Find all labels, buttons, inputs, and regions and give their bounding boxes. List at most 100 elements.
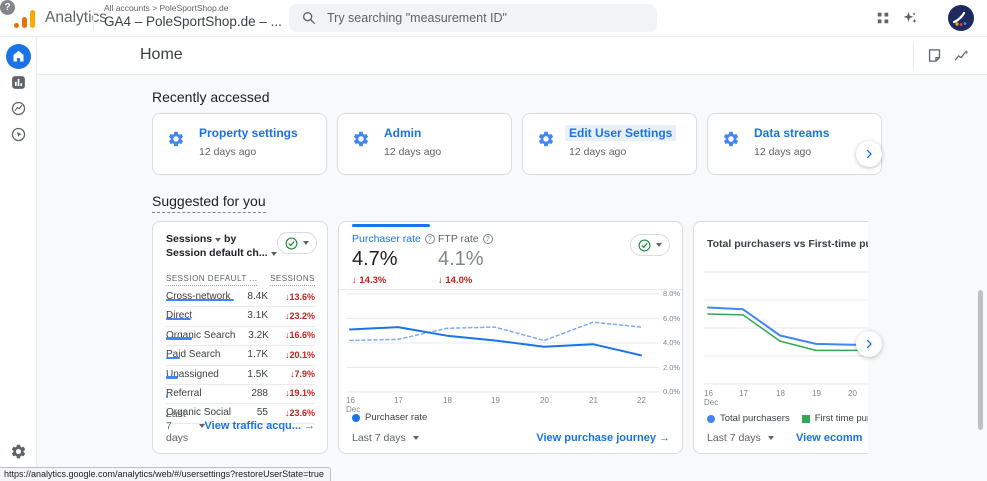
column-header-channel[interactable]: SESSION DEFAULT ... xyxy=(166,274,258,286)
channel-bar xyxy=(166,298,234,301)
recent-card-time: 12 days ago xyxy=(569,146,627,158)
purchaser-rate-card: Purchaser rate 4.7% ↓ 14.3% FTP rate 4.1… xyxy=(338,221,683,454)
search-input[interactable] xyxy=(327,11,627,25)
suggested-carousel-next-button[interactable] xyxy=(856,331,882,357)
sessions-change: ↓13.6% xyxy=(284,291,315,302)
chevron-down-icon xyxy=(412,436,419,440)
card-status-dropdown[interactable] xyxy=(277,232,317,254)
gear-icon xyxy=(167,130,185,148)
table-row: Direct 3.1K ↓23.2% xyxy=(166,307,315,327)
x-tick-label: 21 xyxy=(589,396,598,405)
legend-swatch xyxy=(707,414,715,423)
feedback-note-icon[interactable] xyxy=(926,47,943,64)
y-tick-label: 8.0% xyxy=(663,289,681,298)
recent-card-label[interactable]: Property settings xyxy=(199,126,298,140)
table-row: Referral 288 ↓19.1% xyxy=(166,385,315,405)
recent-shortcut-card[interactable]: Edit User Settings 12 days ago xyxy=(522,113,697,175)
legend-swatch xyxy=(801,414,810,423)
gear-icon xyxy=(537,130,555,148)
dimension-selector[interactable]: Session default ch... xyxy=(166,247,268,259)
table-row: Organic Search 3.2K ↓16.6% xyxy=(166,327,315,347)
table-row: Unassigned 1.5K ↓7.9% xyxy=(166,366,315,385)
suggested-for-you-heading: Suggested for you xyxy=(152,193,266,213)
recent-card-time: 12 days ago xyxy=(199,146,257,158)
total-vs-first-time-purchasers-card: Total purchasers vs First-time purchaser… xyxy=(693,221,868,454)
sessions-value: 1.5K xyxy=(247,368,268,380)
recently-accessed-heading: Recently accessed xyxy=(152,89,270,105)
table-row: Paid Search 1.7K ↓20.1% xyxy=(166,346,315,366)
sidebar-item-reports[interactable] xyxy=(10,74,27,91)
column-header-sessions[interactable]: SESSIONS xyxy=(270,274,315,286)
sessions-by-channel-card: Sessions by Session default ch... SESSIO… xyxy=(152,221,328,454)
date-range-selector[interactable]: Last 7 days xyxy=(352,432,419,444)
apps-grid-icon[interactable] xyxy=(874,9,892,27)
x-tick-label: 16 xyxy=(704,389,713,398)
channel-bar xyxy=(166,356,180,360)
x-tick-label: 19 xyxy=(812,389,821,398)
y-tick-label: 6.0% xyxy=(663,313,681,323)
sessions-value: 3.1K xyxy=(247,310,268,322)
account-property-selector[interactable]: All accounts > PoleSportShop.de GA4 – Po… xyxy=(104,3,296,29)
x-tick-label: 22 xyxy=(637,396,646,405)
sessions-value: 8.4K xyxy=(247,291,268,302)
purchasers-card-clip: Total purchasers vs First-time purchaser… xyxy=(693,221,868,454)
legend-item: Total purchasers xyxy=(707,413,790,424)
sessions-change: ↓16.6% xyxy=(284,330,315,341)
sidebar-item-home[interactable] xyxy=(6,44,31,69)
sessions-value: 3.2K xyxy=(248,329,269,341)
sidebar-item-admin-gear-icon[interactable] xyxy=(10,443,27,460)
sessions-card-title[interactable]: Sessions by Session default ch... xyxy=(166,232,277,260)
vertical-scrollbar[interactable] xyxy=(978,290,983,430)
chart-legend: Purchaser rate xyxy=(352,412,427,423)
left-nav-sidebar xyxy=(0,37,37,481)
recently-accessed-row: Property settings 12 days ago Admin 12 d… xyxy=(152,113,882,175)
sidebar-item-advertising[interactable] xyxy=(10,126,27,143)
chart-legend: Total purchasers First time purchasers xyxy=(707,413,868,424)
x-tick-label: 19 xyxy=(491,396,500,405)
sidebar-item-explore[interactable] xyxy=(10,100,27,117)
search-bar[interactable] xyxy=(289,4,657,32)
x-tick-label: 16 xyxy=(346,396,355,405)
recent-carousel-next-button[interactable] xyxy=(856,141,882,167)
product-name: Analytics xyxy=(45,9,108,26)
recent-card-label[interactable]: Admin xyxy=(384,126,421,140)
view-traffic-acquisition-link[interactable]: View traffic acqu... → xyxy=(205,420,315,432)
x-tick-label: 18 xyxy=(776,389,785,398)
analytics-logo-icon[interactable] xyxy=(13,6,37,30)
x-tick-label: 17 xyxy=(739,389,748,398)
ai-sparkle-icon[interactable] xyxy=(901,9,919,27)
avatar[interactable] xyxy=(948,5,974,31)
breadcrumb: All accounts > PoleSportShop.de xyxy=(104,3,229,13)
chevron-down-icon xyxy=(767,436,774,440)
y-tick-label: 0.0% xyxy=(663,387,681,396)
recent-shortcut-card[interactable]: Data streams 12 days ago xyxy=(707,113,882,175)
date-range-selector[interactable]: Last 7 days xyxy=(166,408,205,444)
home-icon xyxy=(11,49,26,64)
sessions-value: 1.7K xyxy=(247,349,268,361)
channel-bar xyxy=(166,337,193,340)
sessions-value: 288 xyxy=(251,387,268,399)
recent-shortcut-card[interactable]: Property settings 12 days ago xyxy=(152,113,327,175)
gear-icon xyxy=(722,130,740,148)
home-content: Recently accessed Property settings 12 d… xyxy=(37,75,987,481)
insights-icon[interactable] xyxy=(953,47,970,64)
table-row: Cross-network 8.4K ↓13.6% xyxy=(166,288,315,308)
date-range-selector[interactable]: Last 7 days xyxy=(707,432,774,444)
sessions-change: ↓19.1% xyxy=(284,388,315,399)
chevron-right-icon xyxy=(862,337,876,351)
view-ecommerce-link[interactable]: View ecomm xyxy=(796,432,862,444)
metric-selector[interactable]: Sessions xyxy=(166,233,212,245)
page-header-bar: Home xyxy=(37,37,987,75)
sessions-change: ↓23.2% xyxy=(284,310,315,321)
view-purchase-journey-link[interactable]: View purchase journey → xyxy=(536,432,670,444)
recent-card-label[interactable]: Edit User Settings xyxy=(565,125,677,141)
recent-card-label[interactable]: Data streams xyxy=(754,126,829,140)
property-selector-label: GA4 – PoleSportShop.de – ... xyxy=(104,14,282,29)
sessions-change: ↓20.1% xyxy=(284,349,315,360)
chevron-down-icon xyxy=(270,252,277,256)
chevron-right-icon xyxy=(862,147,876,161)
x-tick-label: 20 xyxy=(540,396,549,405)
legend-swatch xyxy=(352,413,360,422)
browser-status-bar: https://analytics.google.com/analytics/w… xyxy=(0,467,331,481)
recent-shortcut-card[interactable]: Admin 12 days ago xyxy=(337,113,512,175)
